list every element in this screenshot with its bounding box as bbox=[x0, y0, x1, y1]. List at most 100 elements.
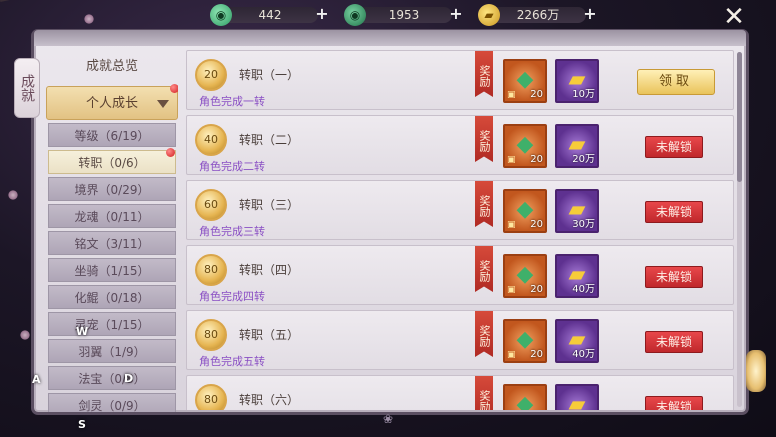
menu-item-wings[interactable]: 羽翼（1/9） bbox=[48, 339, 176, 363]
add-currency-button[interactable]: + bbox=[448, 6, 464, 23]
task-description: 角色完成四转 bbox=[199, 290, 265, 303]
reward-item-gold-ingot[interactable]: ▰ bbox=[555, 384, 599, 410]
currency-bound-jade: ◉ 1953 + bbox=[344, 4, 464, 26]
locked-button[interactable]: 未解锁 bbox=[645, 331, 703, 353]
reward-item-gold-ingot[interactable]: ▰ 40万 bbox=[555, 254, 599, 298]
task-row: 80 转职（四） 角色完成四转 奖励 ◆ ▣ 20 ▰ 40万 未解锁 bbox=[186, 245, 734, 305]
blossom-decoration bbox=[8, 190, 18, 200]
menu-item-pet[interactable]: 灵宠（1/15） bbox=[48, 312, 176, 336]
currency-value: 442 bbox=[222, 7, 318, 23]
scrollbar-thumb[interactable] bbox=[737, 52, 742, 182]
item-count: 20 bbox=[530, 219, 543, 230]
red-dot-notification-icon bbox=[170, 84, 178, 93]
reward-item-jade-bag[interactable]: ◆ ▣ 20 bbox=[503, 254, 547, 298]
key-hint-w: W bbox=[76, 325, 89, 338]
gold-ingot-icon: ▰ bbox=[478, 4, 500, 26]
triangle-down-icon bbox=[157, 100, 169, 108]
achievement-side-tab[interactable]: 成就 bbox=[14, 58, 40, 118]
level-medal-icon: 60 bbox=[195, 189, 227, 221]
item-count: 20 bbox=[530, 284, 543, 295]
task-title: 转职（二） bbox=[239, 133, 300, 147]
close-icon: ✕ bbox=[723, 2, 745, 32]
level-medal-icon: 80 bbox=[195, 319, 227, 351]
achievement-menu: 成就总览 个人成长 等级（6/19） 转职（0/6） 境界（0/29） 龙魂（0… bbox=[46, 52, 178, 412]
level-medal-icon: 80 bbox=[195, 384, 227, 410]
achievement-task-list[interactable]: 20 转职（一） 角色完成一转 奖励 ◆ ▣ 20 ▰ 10万 领取 40 转职… bbox=[186, 50, 734, 410]
menu-item-label: 转职（0/6） bbox=[78, 156, 146, 170]
item-count: 10万 bbox=[572, 89, 595, 100]
menu-item-realm[interactable]: 境界（0/29） bbox=[48, 177, 176, 201]
task-title: 转职（一） bbox=[239, 68, 300, 82]
menu-item-inscription[interactable]: 铭文（3/11） bbox=[48, 231, 176, 255]
menu-item-level[interactable]: 等级（6/19） bbox=[48, 123, 176, 147]
item-count: 30万 bbox=[572, 219, 595, 230]
bottom-ornament: ❀ bbox=[382, 412, 394, 426]
currency-bar: ◉ 442 + ◉ 1953 + ▰ 2266万 + bbox=[210, 4, 598, 26]
reward-tag: 奖励 bbox=[475, 116, 493, 162]
reward-item-gold-ingot[interactable]: ▰ 20万 bbox=[555, 124, 599, 168]
item-count: 40万 bbox=[572, 349, 595, 360]
reward-item-jade-bag[interactable]: ◆ ▣ 20 bbox=[503, 319, 547, 363]
gold-ingot-icon: ▰ bbox=[568, 392, 586, 410]
menu-item-dragon-soul[interactable]: 龙魂（0/11） bbox=[48, 204, 176, 228]
menu-item-job-change[interactable]: 转职（0/6） bbox=[48, 148, 176, 174]
key-hint-s: S bbox=[78, 418, 86, 431]
jade-bag-icon: ◆ bbox=[516, 392, 534, 410]
menu-category-personal-growth[interactable]: 个人成长 bbox=[46, 84, 178, 120]
menu-item-mount[interactable]: 坐骑（1/15） bbox=[48, 258, 176, 282]
key-hint-d: D bbox=[124, 372, 134, 385]
task-row: 80 转职（五） 角色完成五转 奖励 ◆ ▣ 20 ▰ 40万 未解锁 bbox=[186, 310, 734, 370]
menu-item-sword-spirit[interactable]: 剑灵（0/9） bbox=[48, 393, 176, 412]
reward-tag: 奖励 bbox=[475, 51, 493, 97]
lock-icon: ▣ bbox=[507, 220, 516, 230]
currency-value: 1953 bbox=[356, 7, 452, 23]
reward-item-jade-bag[interactable]: ◆ ▣ 20 bbox=[503, 189, 547, 233]
currency-value: 2266万 bbox=[490, 7, 586, 23]
reward-item-jade-bag[interactable]: ◆ ▣ 20 bbox=[503, 124, 547, 168]
locked-button[interactable]: 未解锁 bbox=[645, 266, 703, 288]
task-row: 20 转职（一） 角色完成一转 奖励 ◆ ▣ 20 ▰ 10万 领取 bbox=[186, 50, 734, 110]
locked-button[interactable]: 未解锁 bbox=[645, 201, 703, 223]
task-title: 转职（六） bbox=[239, 393, 300, 407]
close-button[interactable]: ✕ bbox=[722, 4, 746, 30]
task-description: 角色完成二转 bbox=[199, 160, 265, 173]
task-description: 角色完成三转 bbox=[199, 225, 265, 238]
locked-button[interactable]: 未解锁 bbox=[645, 136, 703, 158]
task-description: 角色完成五转 bbox=[199, 355, 265, 368]
reward-item-jade-bag[interactable]: ◆ bbox=[503, 384, 547, 410]
reward-item-gold-ingot[interactable]: ▰ 30万 bbox=[555, 189, 599, 233]
reward-tag: 奖励 bbox=[475, 311, 493, 357]
menu-category-label: 个人成长 bbox=[85, 96, 138, 111]
currency-jade: ◉ 442 + bbox=[210, 4, 330, 26]
lock-icon: ▣ bbox=[507, 350, 516, 360]
blossom-decoration bbox=[84, 14, 94, 24]
blossom-decoration bbox=[20, 330, 30, 340]
level-medal-icon: 20 bbox=[195, 59, 227, 91]
lock-icon: ▣ bbox=[507, 90, 516, 100]
add-currency-button[interactable]: + bbox=[314, 6, 330, 23]
task-title: 转职（三） bbox=[239, 198, 300, 212]
jade-coin-icon: ◉ bbox=[210, 4, 232, 26]
red-dot-notification-icon bbox=[166, 148, 175, 157]
reward-item-gold-ingot[interactable]: ▰ 40万 bbox=[555, 319, 599, 363]
item-count: 20 bbox=[530, 349, 543, 360]
level-medal-icon: 40 bbox=[195, 124, 227, 156]
menu-overview-item[interactable]: 成就总览 bbox=[46, 52, 178, 82]
locked-button[interactable]: 未解锁 bbox=[645, 396, 703, 410]
reward-item-gold-ingot[interactable]: ▰ 10万 bbox=[555, 59, 599, 103]
item-count: 20 bbox=[530, 89, 543, 100]
task-row: 60 转职（三） 角色完成三转 奖励 ◆ ▣ 20 ▰ 30万 未解锁 bbox=[186, 180, 734, 240]
panel-top-ornament bbox=[34, 30, 746, 46]
reward-item-jade-bag[interactable]: ◆ ▣ 20 bbox=[503, 59, 547, 103]
menu-item-kun[interactable]: 化鲲（0/18） bbox=[48, 285, 176, 309]
task-description: 角色完成一转 bbox=[199, 95, 265, 108]
add-currency-button[interactable]: + bbox=[582, 6, 598, 23]
item-count: 40万 bbox=[572, 284, 595, 295]
task-title: 转职（五） bbox=[239, 328, 300, 342]
lock-icon: ▣ bbox=[507, 285, 516, 295]
level-medal-icon: 80 bbox=[195, 254, 227, 286]
item-count: 20万 bbox=[572, 154, 595, 165]
reward-tag: 奖励 bbox=[475, 246, 493, 292]
claim-button[interactable]: 领取 bbox=[637, 69, 715, 95]
menu-item-treasure[interactable]: 法宝（0/8） bbox=[48, 366, 176, 390]
